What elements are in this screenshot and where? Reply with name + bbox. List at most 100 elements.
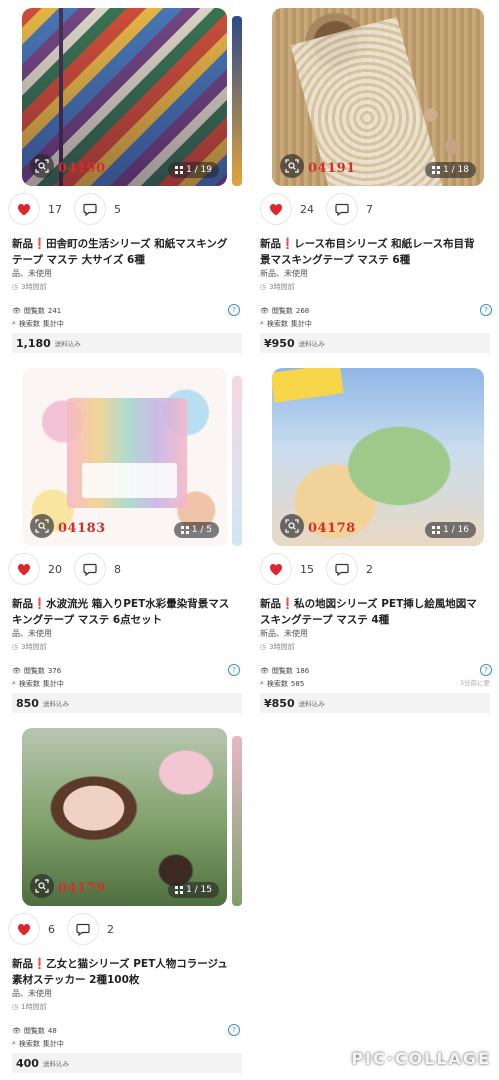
views-label: 閲覧数 [271,306,293,315]
heart-icon [270,203,282,215]
eye-icon: 👁 [12,306,21,315]
grid-icon [432,166,441,174]
clock-icon: ◷ [260,643,267,651]
views-label: 閲覧数 [23,1026,45,1035]
item-condition: 品、未使用 [12,269,52,278]
views-value: 376 [47,666,62,675]
comment-button[interactable] [74,553,106,585]
product-image[interactable]: 04178 1 / 16 [272,368,484,546]
like-button[interactable] [8,913,40,945]
views-value: 268 [295,306,310,315]
listing-stats: 👁 閲覧数 186 ⌕ 検索数 585 ? 3分前に更 [260,664,492,690]
comment-count: 2 [107,922,114,936]
exclamation-mark: ❗ [33,958,47,970]
like-button[interactable] [260,553,292,585]
product-image[interactable]: 04191 1 / 18 [272,8,484,186]
listing-stats: 👁 閲覧数 241 ⌕ 検索数 集計中 ? [12,304,240,330]
views-label: 閲覧数 [23,306,45,315]
image-counter: 1 / 15 [168,882,219,898]
magnifier-icon: ⌕ [12,1039,16,1047]
like-count: 6 [48,922,55,936]
shipping-note: 送料込み [42,700,69,708]
listing-title[interactable]: 新品❗田舎町の生活シリーズ 和紙マスキングテープ マステ 大サイズ 6種 [12,236,234,268]
comment-button[interactable] [67,913,99,945]
comment-icon [335,563,349,576]
posted-time-text: 3時間前 [21,283,47,291]
help-icon[interactable]: ? [228,304,240,316]
listing-title[interactable]: 新品❗乙女と猫シリーズ PET人物コラージュ素材ステッカー 2種100枚 [12,956,234,988]
shipping-note: 送料込み [298,340,325,348]
visual-search-icon[interactable] [30,514,54,538]
next-image-peek [232,376,242,546]
next-image-peek [232,16,242,186]
visual-search-icon[interactable] [280,154,304,178]
posted-time: ◷ 3時間前 [12,642,47,652]
product-image[interactable]: 04179 1 / 15 [22,728,227,906]
like-button[interactable] [8,553,40,585]
pic-collage-watermark: PIC·COLLAGE [351,1049,491,1068]
price-bar: ¥950 送料込み [260,333,490,353]
listing-title[interactable]: 新品❗レース布目シリーズ 和紙レース布目背景マスキングテープ マステ 6種 [260,236,482,268]
price: ¥950 [264,336,295,350]
posted-time-text: 3時間前 [21,643,47,651]
product-code: 04190 [58,161,106,176]
views-label: 閲覧数 [271,666,293,675]
product-image[interactable]: 04190 1 / 19 [22,8,227,186]
item-condition: 品、未使用 [12,629,52,638]
image-counter-text: 1 / 15 [186,885,212,895]
visual-search-icon[interactable] [30,874,54,898]
comment-count: 5 [114,202,121,216]
magnifier-icon: ⌕ [260,679,264,687]
views-value: 241 [47,306,62,315]
shipping-note: 送料込み [42,1060,69,1068]
listing-title[interactable]: 新品❗水波流光 箱入りPET水彩暈染背景マスキングテープ マステ 6点セット [12,596,234,628]
views-label: 閲覧数 [23,666,45,675]
grid-icon [175,166,184,174]
exclamation-mark: ❗ [33,598,47,610]
comment-button[interactable] [326,193,358,225]
price-bar: 850 送料込み [12,693,242,713]
comment-count: 8 [114,562,121,576]
clock-icon: ◷ [12,283,19,291]
help-icon[interactable]: ? [480,664,492,676]
comment-icon [335,203,349,216]
image-counter-text: 1 / 19 [186,165,212,175]
product-code: 04178 [308,521,356,536]
posted-time: ◷ 3時間前 [12,282,47,292]
views-value: 48 [47,1026,57,1035]
item-condition: 新品、未使用 [260,629,308,638]
help-icon[interactable]: ? [228,664,240,676]
like-count: 15 [300,562,314,576]
comment-button[interactable] [74,193,106,225]
product-image[interactable]: 04183 1 / 5 [22,368,227,546]
help-icon[interactable]: ? [228,1024,240,1036]
eye-icon: 👁 [260,306,269,315]
grid-icon [175,886,184,894]
comment-count: 2 [366,562,373,576]
like-count: 20 [48,562,62,576]
like-count: 24 [300,202,314,216]
grid-icon [180,526,189,534]
visual-search-icon[interactable] [280,514,304,538]
visual-search-icon[interactable] [30,154,54,178]
image-counter-text: 1 / 18 [443,165,469,175]
price-bar: ¥850 送料込み [260,693,490,713]
posted-time: ◷ 3時間前 [260,282,295,292]
posted-time-text: 1時間前 [21,1003,47,1011]
like-button[interactable] [260,193,292,225]
search-label: 検索数 [18,679,40,688]
eye-icon: 👁 [260,666,269,675]
clock-icon: ◷ [12,1003,19,1011]
help-icon[interactable]: ? [480,304,492,316]
price-bar: 1,180 送料込み [12,333,242,353]
clock-icon: ◷ [260,283,267,291]
exclamation-mark: ❗ [281,238,295,250]
search-value: 集計中 [42,319,64,328]
next-image-peek [232,736,242,906]
exclamation-mark: ❗ [33,238,47,250]
image-counter: 1 / 19 [168,162,219,178]
comment-button[interactable] [326,553,358,585]
listing-title[interactable]: 新品❗私の地図シリーズ PET挿し絵風地図マスキングテープ マステ 4種 [260,596,482,628]
listing-stats: 👁 閲覧数 48 ⌕ 検索数 集計中 ? [12,1024,240,1050]
like-button[interactable] [8,193,40,225]
